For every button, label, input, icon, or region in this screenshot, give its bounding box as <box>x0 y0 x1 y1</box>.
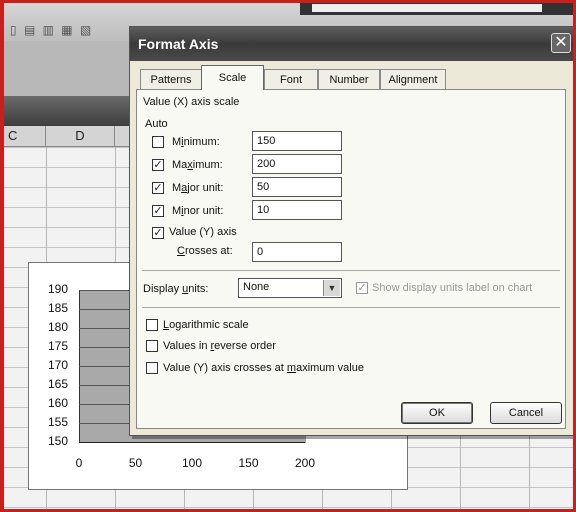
tab-number[interactable]: Number <box>318 69 380 89</box>
x-tick-label: 0 <box>75 456 83 470</box>
minimum-label: Minimum: <box>172 136 220 148</box>
crosses-at-max-checkbox[interactable] <box>146 362 158 374</box>
y-tick-label: 150 <box>47 434 68 448</box>
formula-bar[interactable] <box>312 4 542 12</box>
display-units-select[interactable]: None ▼ <box>238 278 342 298</box>
show-display-units-checkbox[interactable]: ✓ <box>356 282 368 294</box>
logarithmic-label: Logarithmic scale <box>163 319 249 331</box>
format-axis-dialog: Format Axis ✕ Patterns Scale Font Number… <box>129 26 576 436</box>
x-tick-label: 150 <box>238 456 259 470</box>
minimum-auto-checkbox[interactable] <box>152 136 164 148</box>
section-divider-2 <box>142 307 560 308</box>
major-unit-field[interactable]: 50 <box>252 177 342 197</box>
display-units-label: Display units: <box>143 283 209 295</box>
value-axis-label: Value (Y) axis <box>169 226 237 238</box>
tab-patterns[interactable]: Patterns <box>140 69 202 89</box>
major-unit-auto-checkbox[interactable]: ✓ <box>152 182 164 194</box>
y-tick-label: 175 <box>47 339 68 353</box>
toolbar-icons[interactable]: ▯ ▤ ▥ ▦ ▧ <box>10 23 93 37</box>
maximum-field[interactable]: 200 <box>252 154 342 174</box>
tab-font[interactable]: Font <box>264 69 318 89</box>
crosses-at-label: Crosses at: <box>177 245 233 257</box>
x-tick-label: 200 <box>294 456 316 470</box>
y-tick-label: 165 <box>47 377 68 391</box>
logarithmic-checkbox[interactable] <box>146 319 158 331</box>
x-tick-label: 50 <box>128 456 143 470</box>
y-tick-label: 155 <box>47 415 68 429</box>
y-tick-label: 185 <box>47 301 68 315</box>
value-axis-checkbox[interactable]: ✓ <box>152 227 164 239</box>
maximum-auto-checkbox[interactable]: ✓ <box>152 159 164 171</box>
section-divider <box>142 270 560 271</box>
cancel-button[interactable]: Cancel <box>490 402 562 424</box>
reverse-order-checkbox[interactable] <box>146 340 158 352</box>
dialog-titlebar[interactable]: Format Axis ✕ <box>130 27 575 61</box>
y-tick-label: 180 <box>47 320 68 334</box>
minor-unit-label: Minor unit: <box>172 205 224 217</box>
chevron-down-icon[interactable]: ▼ <box>323 280 340 296</box>
show-display-units-label: Show display units label on chart <box>372 282 533 294</box>
y-tick-label: 160 <box>47 396 68 410</box>
y-tick-label: 170 <box>47 358 68 372</box>
column-header-d[interactable]: D <box>46 126 115 146</box>
auto-label: Auto <box>145 118 168 130</box>
maximum-label: Maximum: <box>172 159 223 171</box>
minor-unit-auto-checkbox[interactable]: ✓ <box>152 205 164 217</box>
display-units-value: None <box>243 281 270 293</box>
major-unit-label: Major unit: <box>172 182 224 194</box>
dialog-title: Format Axis <box>138 36 219 52</box>
close-icon[interactable]: ✕ <box>551 33 571 53</box>
column-header-c[interactable]: C <box>4 126 46 146</box>
reverse-order-label: Values in reverse order <box>163 340 276 352</box>
x-axis-line[interactable] <box>79 442 305 443</box>
x-tick-label: 100 <box>181 456 203 470</box>
minor-unit-field[interactable]: 10 <box>252 200 342 220</box>
crosses-at-max-label: Value (Y) axis crosses at maximum value <box>163 362 364 374</box>
minimum-field[interactable]: 150 <box>252 131 342 151</box>
tab-scale[interactable]: Scale <box>201 65 264 90</box>
axis-scale-heading: Value (X) axis scale <box>143 96 240 108</box>
ok-button[interactable]: OK <box>401 402 473 424</box>
tab-alignment[interactable]: Alignment <box>380 69 446 89</box>
y-tick-label: 190 <box>47 282 68 296</box>
crosses-at-field[interactable]: 0 <box>252 242 342 262</box>
